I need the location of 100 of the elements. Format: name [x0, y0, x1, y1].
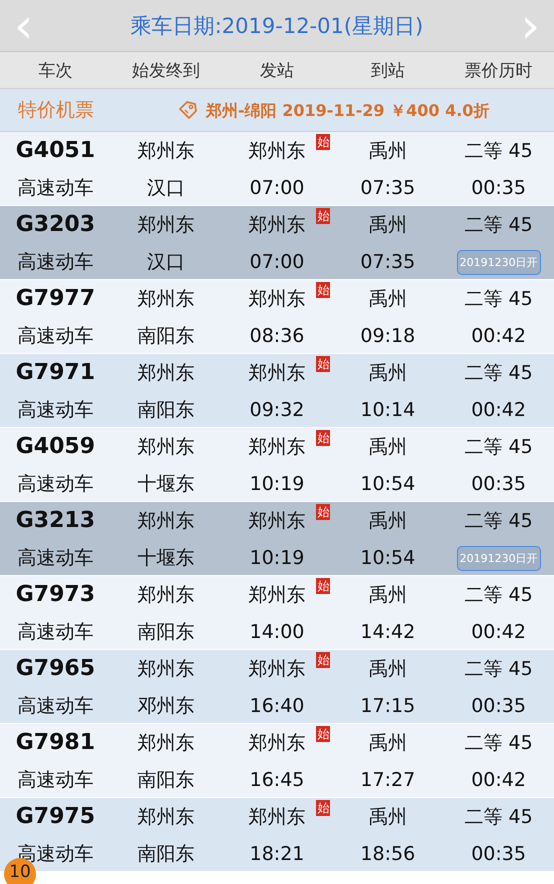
arrival-station: 禹州 — [368, 804, 408, 830]
train-type: 高速动车 — [16, 398, 94, 422]
ticket-price: 二等 45 — [463, 730, 534, 756]
origin-station: 郑州东 — [136, 286, 196, 312]
terminus-station: 汉口 — [146, 250, 186, 274]
arrival-station: 禹州 — [368, 730, 408, 756]
start-badge: 始 — [316, 652, 330, 668]
arrival-station: 禹州 — [368, 360, 408, 386]
arrival-station: 禹州 — [368, 508, 408, 534]
price-tag-icon — [178, 100, 198, 120]
train-number: G3213 — [14, 508, 96, 533]
travel-duration: 00:35 — [470, 472, 527, 494]
start-badge: 始 — [316, 726, 330, 742]
departure-time: 08:36 — [248, 324, 306, 346]
arrival-station: 禹州 — [368, 434, 408, 460]
departure-station: 郑州东 — [248, 806, 306, 828]
origin-station: 郑州东 — [136, 138, 196, 164]
arrival-time: 18:56 — [359, 842, 416, 864]
departure-station: 郑州东 — [248, 362, 306, 384]
origin-station: 郑州东 — [136, 656, 196, 682]
departure-time: 09:32 — [248, 398, 306, 420]
arrival-station: 禹州 — [368, 212, 408, 238]
train-number: G7977 — [14, 286, 96, 311]
train-row[interactable]: G7965 郑州东 郑州东 始 禹州 二等 45 高速动车 邓州东 16:40 17:15 00:35 — [0, 650, 554, 724]
column-header: 始发终到 — [131, 60, 202, 82]
arrival-time: 14:42 — [359, 620, 416, 642]
column-header: 车次 — [37, 60, 74, 82]
train-row[interactable]: G4059 郑州东 郑州东 始 禹州 二等 45 高速动车 十堰东 10:19 10:54 00:35 — [0, 428, 554, 502]
promo-text: 郑州-绵阳 2019-11-29 ￥400 4.0折 — [206, 100, 490, 120]
start-badge: 始 — [316, 430, 330, 446]
arrival-time: 07:35 — [359, 176, 416, 198]
ticket-price: 二等 45 — [463, 508, 534, 534]
travel-duration: 00:42 — [470, 768, 527, 790]
column-header: 票价历时 — [464, 60, 534, 82]
column-header: 到站 — [370, 60, 406, 82]
train-row[interactable]: G7981 郑州东 郑州东 始 禹州 二等 45 高速动车 南阳东 16:45 17:27 00:42 — [0, 724, 554, 798]
train-row[interactable]: G4051 郑州东 郑州东 始 禹州 二等 45 高速动车 汉口 07:00 07:35 00:35 — [0, 132, 554, 206]
train-type: 高速动车 — [16, 472, 94, 496]
terminus-station: 十堰东 — [136, 546, 196, 570]
start-badge: 始 — [316, 208, 330, 224]
travel-duration: 00:42 — [470, 324, 527, 346]
departure-station: 郑州东 — [248, 584, 306, 606]
train-number: G7973 — [14, 582, 96, 607]
train-type: 高速动车 — [16, 694, 94, 718]
travel-duration: 00:35 — [470, 842, 527, 864]
origin-station: 郑州东 — [136, 730, 196, 756]
departure-time: 07:00 — [248, 176, 306, 198]
train-row[interactable]: G3213 郑州东 郑州东 始 禹州 二等 45 高速动车 十堰东 10:19 10:54 20191230日开 — [0, 502, 554, 576]
origin-station: 郑州东 — [136, 434, 196, 460]
train-row[interactable]: G7977 郑州东 郑州东 始 禹州 二等 45 高速动车 南阳东 08:36 09:18 00:42 — [0, 280, 554, 354]
sale-date-badge: 20191230日开 — [456, 546, 541, 570]
terminus-station: 南阳东 — [136, 620, 196, 644]
travel-duration: 00:42 — [470, 398, 527, 420]
arrival-time: 10:14 — [359, 398, 416, 420]
ticket-price: 二等 45 — [463, 360, 534, 386]
arrival-time: 10:54 — [359, 472, 416, 494]
train-number: G7981 — [14, 730, 96, 755]
train-type: 高速动车 — [16, 250, 94, 274]
origin-station: 郑州东 — [136, 804, 196, 830]
arrival-time: 10:54 — [359, 546, 416, 568]
ticket-price: 二等 45 — [463, 434, 534, 460]
departure-time: 18:21 — [248, 842, 306, 864]
arrival-station: 禹州 — [368, 656, 408, 682]
departure-time: 16:40 — [248, 694, 306, 716]
departure-station: 郑州东 — [248, 288, 306, 310]
train-number: G7971 — [14, 360, 96, 385]
departure-time: 10:19 — [248, 546, 306, 568]
departure-time: 14:00 — [248, 620, 306, 642]
train-number: G3203 — [14, 212, 96, 237]
ticket-price: 二等 45 — [463, 656, 534, 682]
terminus-station: 南阳东 — [136, 324, 196, 348]
train-row[interactable]: G3203 郑州东 郑州东 始 禹州 二等 45 高速动车 汉口 07:00 07:35 20191230日开 — [0, 206, 554, 280]
origin-station: 郑州东 — [136, 508, 196, 534]
column-header: 发站 — [258, 60, 295, 82]
promo-label: 特价机票 — [18, 98, 95, 123]
start-badge: 始 — [316, 356, 330, 372]
travel-duration: 00:35 — [470, 694, 527, 716]
ticket-price: 二等 45 — [463, 582, 534, 608]
origin-station: 郑州东 — [136, 360, 196, 386]
train-row[interactable]: G7971 郑州东 郑州东 始 禹州 二等 45 高速动车 南阳东 09:32 10:14 00:42 — [0, 354, 554, 428]
terminus-station: 汉口 — [146, 176, 186, 200]
train-type: 高速动车 — [16, 324, 94, 348]
train-number: G4059 — [14, 434, 96, 459]
origin-station: 郑州东 — [136, 582, 196, 608]
ticket-price: 二等 45 — [463, 212, 534, 238]
sale-date-badge: 20191230日开 — [456, 250, 541, 274]
ticket-price: 二等 45 — [463, 286, 534, 312]
start-badge: 始 — [316, 504, 330, 520]
arrival-station: 禹州 — [368, 582, 408, 608]
train-number: G4051 — [14, 138, 96, 163]
ticket-price: 二等 45 — [463, 804, 534, 830]
train-type: 高速动车 — [16, 176, 94, 200]
arrival-time: 17:27 — [359, 768, 416, 790]
departure-station: 郑州东 — [248, 436, 306, 458]
departure-time: 07:00 — [248, 250, 306, 272]
terminus-station: 邓州东 — [136, 694, 196, 718]
terminus-station: 十堰东 — [136, 472, 196, 496]
departure-station: 郑州东 — [248, 510, 306, 532]
train-row[interactable]: G7973 郑州东 郑州东 始 禹州 二等 45 高速动车 南阳东 14:00 14:42 00:42 — [0, 576, 554, 650]
arrival-station: 禹州 — [368, 138, 408, 164]
